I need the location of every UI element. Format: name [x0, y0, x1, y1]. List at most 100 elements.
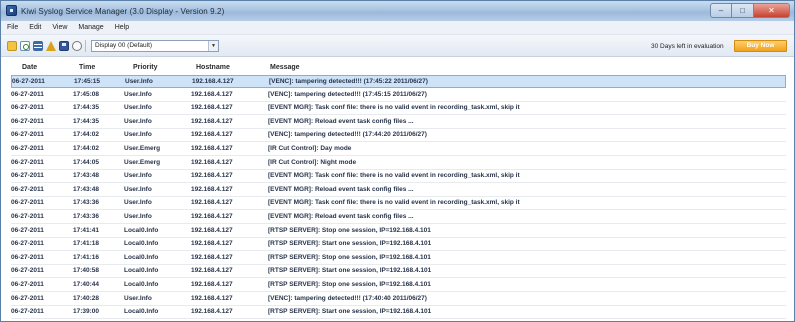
table-row[interactable]: 06-27-2011 17:39:00 Local0.Info 192.168.4.1… [11, 306, 786, 320]
open-icon[interactable] [7, 41, 17, 51]
cell-time: 17:44:02 [73, 131, 100, 139]
cell-message: [EVENT MGR]: Task conf file: there is no… [268, 199, 520, 207]
table-row[interactable]: 06-27-2011 17:43:48 User.Info 192.168.4.127… [11, 170, 786, 184]
power-icon[interactable] [72, 41, 82, 51]
title-bar[interactable]: Kiwi Syslog Service Manager (3.0 Display… [1, 1, 794, 21]
cell-date: 06-27-2011 [12, 78, 45, 85]
table-row[interactable]: 06-27-2011 17:44:02 User.Emerg 192.168.4.12… [11, 143, 786, 156]
cell-date: 06-27-2011 [11, 145, 44, 152]
table-row[interactable]: 06-27-2011 17:44:35 User.Info 192.168.4.127… [11, 102, 786, 116]
column-header-time[interactable]: Time [79, 64, 95, 71]
cell-message: [EVENT MGR]: Task conf file: there is no… [268, 104, 520, 112]
cell-date: 06-27-2011 [11, 172, 44, 180]
cell-date: 06-27-2011 [11, 213, 44, 220]
cell-priority: User.Info [124, 104, 152, 112]
cell-message: [RTSP SERVER]: Stop one session, IP=192.… [268, 226, 431, 234]
cell-date: 06-27-2011 [11, 104, 44, 112]
maximize-button[interactable]: □ [732, 3, 754, 18]
cell-priority: User.Info [124, 90, 152, 98]
app-icon [6, 5, 17, 16]
table-row[interactable]: 06-27-2011 17:40:28 User.Info 192.168.4.127… [11, 293, 786, 306]
cell-message: [EVENT MGR]: Reload event task config fi… [268, 213, 414, 220]
cell-time: 17:41:18 [73, 240, 100, 248]
cell-hostname: 192.168.4.127 [192, 78, 234, 85]
menu-view[interactable]: View [52, 24, 67, 31]
table-row[interactable]: 06-27-2011 17:43:36 User.Info 192.168.4.127… [11, 211, 786, 224]
cell-priority: User.Info [124, 185, 152, 193]
chevron-down-icon[interactable]: ▼ [208, 41, 218, 51]
menu-help[interactable]: Help [115, 24, 129, 31]
cell-hostname: 192.168.4.127 [191, 199, 233, 207]
cell-message: [EVENT MGR]: Task conf file: there is no… [268, 172, 520, 180]
cell-hostname: 192.168.4.127 [191, 172, 233, 180]
save-icon[interactable] [59, 41, 69, 51]
buy-now-button[interactable]: Buy Now [734, 40, 787, 52]
grid-icon[interactable] [33, 41, 43, 51]
cell-hostname: 192.168.4.127 [191, 253, 233, 261]
cell-time: 17:39:00 [73, 308, 100, 316]
table-row[interactable]: 06-27-2011 17:40:58 Local0.Info 192.168.4.1… [11, 265, 786, 279]
close-button[interactable]: ✕ [754, 3, 790, 18]
cell-time: 17:40:44 [73, 281, 100, 288]
cell-time: 17:44:05 [73, 158, 100, 166]
app-window: Kiwi Syslog Service Manager (3.0 Display… [0, 0, 795, 322]
cell-hostname: 192.168.4.127 [191, 226, 233, 234]
display-filter-select[interactable]: Display 00 (Default) ▼ [91, 40, 219, 52]
menu-bar: File Edit View Manage Help [1, 21, 794, 35]
cell-message: [VENC]: tampering detected!!! (17:45:22 … [269, 78, 428, 85]
menu-manage[interactable]: Manage [78, 24, 103, 31]
column-header-hostname[interactable]: Hostname [196, 64, 230, 71]
table-row[interactable]: 06-27-2011 17:41:18 Local0.Info 192.168.4.1… [11, 238, 786, 252]
minimize-button[interactable]: – [710, 3, 732, 18]
cell-date: 06-27-2011 [11, 185, 44, 193]
column-header-date[interactable]: Date [22, 64, 37, 71]
table-row[interactable]: 06-27-2011 17:44:05 User.Emerg 192.168.4.12… [11, 157, 786, 170]
menu-file[interactable]: File [7, 24, 18, 31]
cell-hostname: 192.168.4.127 [191, 131, 233, 139]
table-row[interactable]: 06-27-2011 17:43:48 User.Info 192.168.4.127… [11, 184, 786, 197]
cell-date: 06-27-2011 [11, 294, 44, 302]
alert-icon[interactable] [46, 41, 56, 51]
cell-priority: User.Info [124, 131, 152, 139]
table-row[interactable]: 06-27-2011 17:45:08 User.Info 192.168.4.127… [11, 89, 786, 102]
cell-date: 06-27-2011 [11, 117, 44, 125]
table-row[interactable]: 06-27-2011 17:44:02 User.Info 192.168.4.127… [11, 129, 786, 143]
table-row[interactable]: 06-27-2011 17:41:16 Local0.Info 192.168.4.1… [11, 252, 786, 265]
table-row[interactable]: 06-27-2011 17:45:15 User.Info 192.168.4.127… [11, 75, 786, 88]
cell-time: 17:40:58 [73, 267, 100, 275]
cell-time: 17:45:15 [74, 78, 101, 85]
table-row[interactable]: 06-27-2011 17:43:36 User.Info 192.168.4.127… [11, 197, 786, 211]
cell-time: 17:44:35 [73, 104, 100, 112]
cell-message: [EVENT MGR]: Reload event task config fi… [268, 185, 414, 193]
cell-date: 06-27-2011 [11, 308, 44, 316]
cell-priority: Local0.Info [124, 308, 159, 316]
cell-message: [IR Cut Control]: Night mode [268, 158, 357, 166]
column-header-priority[interactable]: Priority [133, 64, 158, 71]
log-grid[interactable]: 06-27-2011 17:45:15 User.Info 192.168.4.127… [11, 75, 786, 321]
cell-date: 06-27-2011 [11, 253, 44, 261]
cell-priority: User.Emerg [124, 158, 161, 166]
table-row[interactable]: 06-27-2011 17:40:44 Local0.Info 192.168.4.1… [11, 279, 786, 292]
cell-date: 06-27-2011 [11, 90, 44, 98]
cell-time: 17:43:48 [73, 185, 100, 193]
cell-message: [EVENT MGR]: Reload event task config fi… [268, 117, 414, 125]
menu-edit[interactable]: Edit [29, 24, 41, 31]
cell-priority: User.Info [124, 172, 152, 180]
cell-message: [RTSP SERVER]: Stop one session, IP=192.… [268, 253, 431, 261]
cell-priority: User.Info [124, 213, 152, 220]
cell-time: 17:44:02 [73, 145, 100, 152]
table-row[interactable]: 06-27-2011 17:41:41 Local0.Info 192.168.4.1… [11, 225, 786, 238]
cell-time: 17:41:41 [73, 226, 100, 234]
window-controls: – □ ✕ [710, 3, 790, 18]
cell-date: 06-27-2011 [11, 240, 44, 248]
cell-date: 06-27-2011 [11, 281, 44, 288]
column-header-message[interactable]: Message [270, 64, 300, 71]
table-row[interactable]: 06-27-2011 17:44:35 User.Info 192.168.4.127… [11, 116, 786, 129]
cell-priority: User.Info [124, 117, 152, 125]
refresh-icon[interactable] [20, 41, 30, 51]
cell-hostname: 192.168.4.127 [191, 213, 233, 220]
evaluation-status: 30 Days left in evaluation [651, 43, 724, 50]
cell-priority: Local0.Info [124, 226, 159, 234]
cell-hostname: 192.168.4.127 [191, 117, 233, 125]
cell-hostname: 192.168.4.127 [191, 240, 233, 248]
